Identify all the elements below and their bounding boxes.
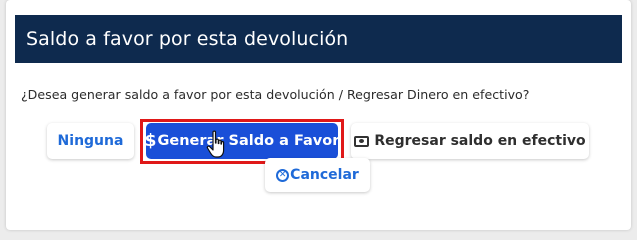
cancelar-label: Cancelar (290, 167, 359, 183)
dialog-title: Saldo a favor por esta devolución (15, 15, 622, 63)
regresar-efectivo-button[interactable]: Regresar saldo en efectivo (351, 123, 589, 159)
dollar-icon: $ (144, 131, 157, 151)
cancelar-button[interactable]: ✕ Cancelar (265, 158, 370, 192)
dialog: Saldo a favor por esta devolución (6, 0, 631, 230)
generar-saldo-label: Generar Saldo a Favor (157, 133, 340, 149)
dialog-question: ¿Desea generar saldo a favor por esta de… (21, 87, 530, 102)
ninguna-button[interactable]: Ninguna (47, 123, 134, 159)
generar-saldo-button[interactable]: $ Generar Saldo a Favor (144, 123, 340, 159)
regresar-efectivo-label: Regresar saldo en efectivo (374, 133, 586, 149)
cash-icon (354, 135, 370, 147)
x-circle-icon: ✕ (276, 168, 290, 182)
ninguna-label: Ninguna (57, 133, 124, 149)
